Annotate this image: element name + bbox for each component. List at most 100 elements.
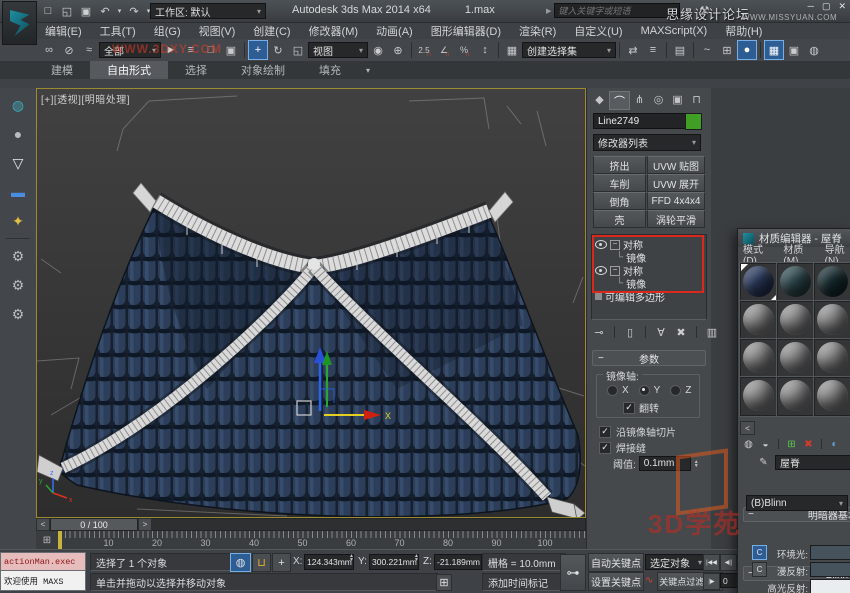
tab-modify-icon[interactable]: ⌒ bbox=[609, 91, 630, 110]
uvw-map-button[interactable]: UVW 贴图 bbox=[647, 156, 705, 174]
menu-rendering[interactable]: 渲染(R) bbox=[510, 23, 565, 39]
get-material-icon[interactable]: ◍ bbox=[741, 437, 756, 451]
rendered-frame-icon[interactable]: ▣ bbox=[784, 40, 804, 60]
tab-utilities-icon[interactable]: ⊓ bbox=[687, 91, 706, 108]
weld-checkbox[interactable]: ✓ bbox=[599, 442, 611, 454]
maxscript-listener-white[interactable]: 欢迎使用 MAXS bbox=[0, 571, 86, 591]
collapse-rollout-icon[interactable]: − bbox=[598, 353, 604, 364]
menu-customize[interactable]: 自定义(U) bbox=[565, 23, 631, 39]
shader-type-dropdown[interactable]: (B)Blinn ▾ bbox=[746, 495, 848, 511]
time-slider-handle[interactable]: 0 / 100 bbox=[50, 518, 138, 531]
sample-slot[interactable] bbox=[740, 339, 778, 378]
render-production-icon[interactable]: ◍ bbox=[804, 40, 824, 60]
specular-color-swatch[interactable] bbox=[810, 579, 850, 593]
ribbon-tab-modeling[interactable]: 建模 bbox=[34, 61, 90, 79]
spinner-icon[interactable]: ▲▼ bbox=[694, 460, 699, 468]
menu-group[interactable]: 组(G) bbox=[145, 23, 190, 39]
spinner-snap-icon[interactable]: ↕ bbox=[475, 40, 495, 60]
isolate-selection-icon[interactable]: ◍ bbox=[230, 553, 251, 572]
add-time-tag[interactable]: 添加时间标记 bbox=[482, 573, 566, 591]
sample-slot[interactable] bbox=[740, 301, 778, 340]
ribbon-options-icon[interactable]: ▾ bbox=[358, 61, 378, 79]
shell-button[interactable]: 壳 bbox=[593, 210, 646, 228]
search-expand-icon[interactable]: ▶ bbox=[546, 7, 551, 15]
key-curve-icon[interactable]: ∿ bbox=[645, 575, 653, 586]
axis-z-radio[interactable] bbox=[670, 385, 681, 396]
perspective-viewport[interactable]: [+][透视][明暗处理] bbox=[36, 88, 586, 518]
ribbon-tab-object-paint[interactable]: 对象绘制 bbox=[224, 61, 302, 79]
sample-slot[interactable] bbox=[777, 377, 815, 416]
tab-motion-icon[interactable]: ◎ bbox=[649, 91, 668, 108]
ribbon-tab-populate[interactable]: 填充 bbox=[302, 61, 358, 79]
gear-back-icon[interactable]: ⚙ bbox=[5, 244, 31, 268]
modifier-list-dropdown[interactable]: 修改器列表 ▾ bbox=[593, 134, 701, 151]
x-coord-field[interactable]: 124.343mm bbox=[304, 554, 354, 570]
reference-coordinate-dropdown[interactable]: 视图 ▾ bbox=[308, 42, 368, 58]
sample-slot[interactable] bbox=[740, 263, 778, 302]
slice-checkbox[interactable]: ✓ bbox=[599, 426, 611, 438]
auto-key-button[interactable]: 自动关键点 bbox=[588, 553, 644, 572]
current-frame-marker[interactable] bbox=[58, 531, 62, 549]
turbosmooth-button[interactable]: 涡轮平滑 bbox=[647, 210, 705, 228]
mirror-icon[interactable]: ⇄ bbox=[623, 40, 643, 60]
menu-create[interactable]: 创建(C) bbox=[244, 23, 299, 39]
tab-hierarchy-icon[interactable]: ⋔ bbox=[630, 91, 649, 108]
slot-scroll-left-icon[interactable]: < bbox=[740, 421, 755, 435]
viewport-label[interactable]: [+][透视][明暗处理] bbox=[41, 91, 130, 106]
schematic-view-icon[interactable]: ⊞ bbox=[717, 40, 737, 60]
diffuse-color-swatch[interactable] bbox=[810, 562, 850, 577]
search-input[interactable] bbox=[554, 3, 680, 18]
configure-sets-icon[interactable]: ▥ bbox=[704, 324, 720, 340]
snap-toggle-icon[interactable]: 2.5∩ bbox=[415, 40, 435, 60]
polydraw-icon[interactable]: ◍ bbox=[5, 93, 31, 117]
pin-stack-icon[interactable]: ⊸ bbox=[591, 324, 607, 340]
menu-modifiers[interactable]: 修改器(M) bbox=[300, 23, 368, 39]
select-move-icon[interactable]: + bbox=[248, 40, 268, 60]
conform-sphere-icon[interactable]: ● bbox=[5, 122, 31, 146]
ribbon-tab-freeform[interactable]: 自由形式 bbox=[90, 61, 168, 79]
eyedropper-icon[interactable]: ✎ bbox=[756, 456, 771, 470]
sample-slot[interactable] bbox=[777, 263, 815, 302]
undo-icon[interactable]: ↶ bbox=[97, 4, 113, 19]
bind-spacewarp-icon[interactable]: ≈ bbox=[79, 40, 99, 60]
sample-slot[interactable] bbox=[814, 263, 850, 302]
maxscript-listener-pink[interactable]: actionMan.exec bbox=[0, 552, 86, 571]
make-unique-icon[interactable]: ∀ bbox=[653, 324, 669, 340]
next-key-icon[interactable]: |▶ bbox=[703, 573, 720, 590]
link-icon[interactable]: ∞ bbox=[39, 40, 59, 60]
material-name-field[interactable]: 屋脊 bbox=[775, 455, 850, 470]
menu-animation[interactable]: 动画(A) bbox=[367, 23, 422, 39]
save-icon[interactable]: ▣ bbox=[78, 4, 94, 19]
tab-create-icon[interactable]: ◆ bbox=[590, 91, 609, 108]
spinner-icon[interactable]: ▲▼ bbox=[414, 554, 419, 562]
set-key-button[interactable]: 设置关键点 bbox=[588, 572, 644, 591]
spinner-icon[interactable]: ▲▼ bbox=[349, 554, 354, 562]
extrude-button[interactable]: 挤出 bbox=[593, 156, 646, 174]
select-rotate-icon[interactable]: ↻ bbox=[268, 40, 288, 60]
show-end-result-icon[interactable]: ▯ bbox=[622, 324, 638, 340]
menu-views[interactable]: 视图(V) bbox=[190, 23, 245, 39]
named-selection-sets-dropdown[interactable]: 创建选择集 ▾ bbox=[522, 42, 616, 58]
menu-edit[interactable]: 编辑(E) bbox=[36, 23, 91, 39]
paint-tube-icon[interactable]: ▬ bbox=[5, 180, 31, 204]
window-crossing-icon[interactable]: ▣ bbox=[221, 40, 241, 60]
maximize-icon[interactable]: ▢ bbox=[822, 1, 831, 12]
sample-slot[interactable] bbox=[777, 339, 815, 378]
bevel-button[interactable]: 倒角 bbox=[593, 192, 646, 210]
object-color-swatch[interactable] bbox=[685, 113, 702, 130]
ribbon-tab-selection[interactable]: 选择 bbox=[168, 61, 224, 79]
gear-forward-icon[interactable]: ⚙ bbox=[5, 302, 31, 326]
material-editor-window[interactable]: 材质编辑器 - 屋脊 模式(D) 材质(M) 导航(N) < ◍ ◒ ⊞ bbox=[737, 228, 850, 593]
edit-named-sets-icon[interactable]: ▦ bbox=[502, 40, 522, 60]
y-coord-field[interactable]: 300.221mm bbox=[369, 554, 419, 570]
use-pivot-center-icon[interactable]: ◉ bbox=[368, 40, 388, 60]
material-editor-icon[interactable]: ● bbox=[737, 40, 757, 60]
sample-slot[interactable] bbox=[777, 301, 815, 340]
character-star-icon[interactable]: ✦ bbox=[5, 209, 31, 233]
ambient-color-swatch[interactable] bbox=[810, 545, 850, 560]
open-file-icon[interactable]: ◱ bbox=[59, 4, 75, 19]
menu-graph-editors[interactable]: 图形编辑器(D) bbox=[422, 23, 510, 39]
mini-curve-editor-icon[interactable]: ⊞ bbox=[36, 531, 59, 549]
track-bar[interactable]: ⊞ 10 20 30 40 50 60 70 80 90 100 bbox=[36, 531, 586, 550]
flip-checkbox[interactable]: ✓ bbox=[623, 402, 635, 414]
